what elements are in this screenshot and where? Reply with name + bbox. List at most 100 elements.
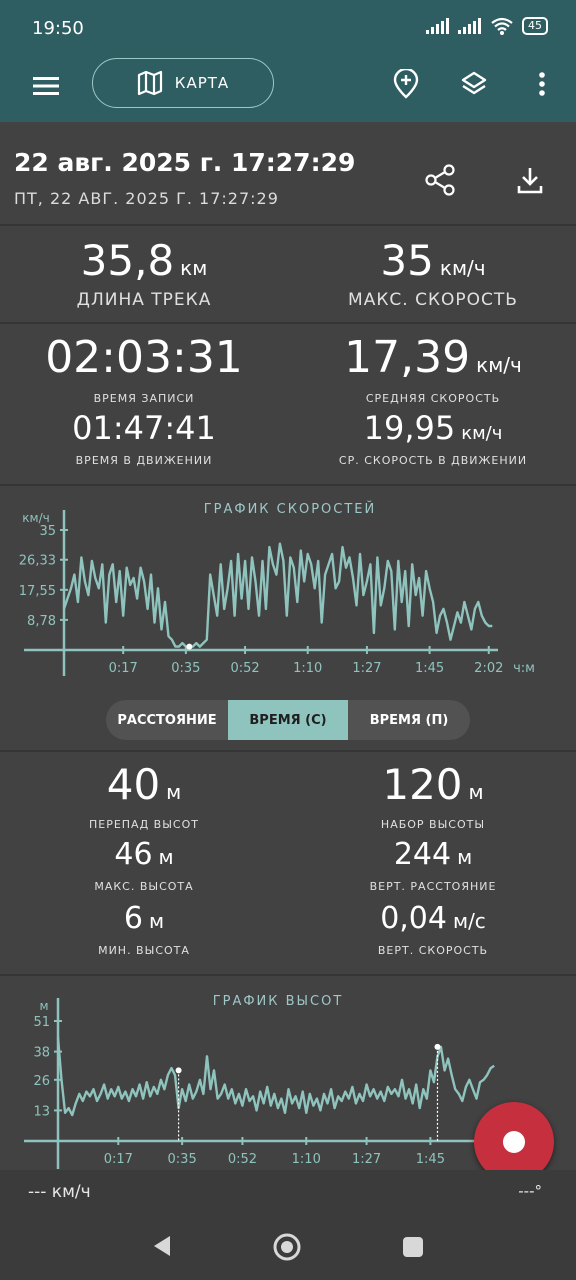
x-tick-label: 1:45 — [415, 661, 444, 676]
x-tick-label: 1:27 — [352, 661, 381, 676]
status-time: 19:50 — [32, 18, 84, 39]
vert-speed-label: ВЕРТ. СКОРОСТЬ — [377, 944, 489, 957]
record-time-label: ВРЕМЯ ЗАПИСИ — [93, 392, 195, 405]
max-speed-value: 35 — [380, 236, 434, 285]
divider — [0, 750, 576, 752]
divider — [0, 974, 576, 976]
avg-speed-label: СРЕДНЯЯ СКОРОСТЬ — [365, 392, 501, 405]
elev-diff-unit: м — [166, 780, 182, 804]
elev-diff-value: 40 — [106, 760, 161, 809]
mode-time-p-button[interactable]: ВРЕМЯ (П) — [348, 700, 470, 740]
distance-stat: 35,8 км ДЛИНА ТРЕКА — [14, 240, 274, 311]
share-icon[interactable] — [422, 162, 458, 198]
max-speed-label: МАКС. СКОРОСТЬ — [348, 290, 518, 310]
moving-avg-unit: км/ч — [461, 423, 503, 444]
wifi-icon — [491, 17, 513, 35]
elev-max-stat: 46 м МАКС. ВЫСОТА — [14, 837, 274, 894]
x-tick-label: 0:17 — [104, 1152, 133, 1167]
bottom-info-bar: --- км/ч ---° — [0, 1170, 576, 1214]
x-tick-label: 2:02 — [474, 661, 503, 676]
y-tick-label: 35 — [39, 524, 56, 539]
speed-chart[interactable]: 35 26,33 17,55 8,78 км/ч 0:17 0:35 0:52 1:10 1:27… — [0, 496, 576, 676]
elev-gain-stat: 120 м НАБОР ВЫСОТЫ — [300, 764, 566, 832]
max-speed-stat: 35 км/ч МАКС. СКОРОСТЬ — [300, 240, 566, 311]
map-button[interactable]: КАРТА — [92, 58, 274, 108]
status-bar: 19:50 45 — [0, 0, 576, 56]
series-line — [56, 1037, 495, 1117]
signal-icon — [426, 18, 449, 34]
system-nav-bar — [0, 1214, 576, 1280]
elev-min-unit: м — [149, 909, 165, 933]
current-heading: ---° — [518, 1182, 542, 1200]
layers-button[interactable] — [456, 66, 492, 102]
current-speed: --- км/ч — [28, 1182, 91, 1202]
elev-min-value: 6 — [123, 901, 143, 936]
map-icon — [137, 70, 162, 96]
elev-diff-stat: 40 м ПЕРЕПАД ВЫСОТ — [14, 764, 274, 832]
elev-max-value: 46 — [114, 837, 153, 872]
y-tick-label: 13 — [33, 1104, 50, 1119]
menu-icon[interactable] — [32, 72, 60, 100]
back-icon[interactable] — [150, 1234, 174, 1258]
add-location-button[interactable] — [388, 66, 424, 102]
moving-time-label: ВРЕМЯ В ДВИЖЕНИИ — [75, 454, 213, 467]
signal-icon-2 — [458, 18, 481, 34]
y-tick-label: 26 — [33, 1074, 50, 1089]
moving-time-value: 01:47:41 — [72, 409, 216, 447]
mode-distance-button[interactable]: РАССТОЯНИЕ — [106, 700, 228, 740]
y-tick-label: 26,33 — [19, 554, 56, 569]
y-tick-label: 38 — [33, 1046, 50, 1061]
moving-avg-label: СР. СКОРОСТЬ В ДВИЖЕНИИ — [338, 454, 528, 467]
vert-speed-unit: м/с — [452, 909, 486, 933]
download-icon[interactable] — [512, 162, 548, 198]
elev-gain-unit: м — [468, 780, 484, 804]
y-tick-label: 17,55 — [19, 584, 56, 599]
x-tick-label: 0:35 — [168, 1152, 197, 1167]
elev-gain-value: 120 — [382, 760, 463, 809]
x-tick-label: 0:17 — [109, 661, 138, 676]
record-time-value: 02:03:31 — [45, 332, 243, 383]
vert-dist-stat: 244 м ВЕРТ. РАССТОЯНИЕ — [300, 837, 566, 894]
moving-avg-stat: 19,95 км/ч СР. СКОРОСТЬ В ДВИЖЕНИИ — [300, 412, 566, 467]
elev-max-label: МАКС. ВЫСОТА — [94, 880, 194, 893]
marker-point — [434, 1043, 441, 1050]
avg-speed-stat: 17,39 км/ч СРЕДНЯЯ СКОРОСТЬ — [300, 336, 566, 406]
mode-time-s-button[interactable]: ВРЕМЯ (С) — [228, 700, 348, 740]
avg-speed-value: 17,39 — [344, 332, 471, 383]
vert-dist-unit: м — [457, 845, 473, 869]
recents-icon[interactable] — [402, 1236, 424, 1258]
status-icons: 45 — [426, 17, 548, 35]
x-tick-label: 1:10 — [293, 661, 322, 676]
vert-dist-label: ВЕРТ. РАССТОЯНИЕ — [369, 880, 497, 893]
y-tick-label: 8,78 — [27, 614, 56, 629]
more-vert-icon — [539, 72, 545, 96]
x-tick-label: 1:45 — [416, 1152, 445, 1167]
elev-min-stat: 6м МИН. ВЫСОТА — [14, 901, 274, 958]
moving-avg-value: 19,95 — [363, 409, 456, 447]
track-title: 22 авг. 2025 г. 17:27:29 — [14, 148, 356, 177]
max-speed-unit: км/ч — [439, 256, 486, 280]
elev-min-label: МИН. ВЫСОТА — [98, 944, 190, 957]
add-location-icon — [393, 69, 419, 99]
y-axis-label: км/ч — [22, 511, 49, 525]
y-axis-label: м — [39, 999, 48, 1013]
marker-point — [175, 1067, 182, 1074]
vert-speed-stat: 0,04 м/с ВЕРТ. СКОРОСТЬ — [300, 901, 566, 958]
elev-max-unit: м — [158, 845, 174, 869]
distance-label: ДЛИНА ТРЕКА — [76, 290, 212, 310]
home-icon[interactable] — [272, 1232, 302, 1262]
divider — [0, 484, 576, 486]
divider — [0, 224, 576, 226]
record-time-stat: 02:03:31 ВРЕМЯ ЗАПИСИ — [14, 332, 274, 406]
map-button-label: КАРТА — [174, 74, 230, 92]
more-button[interactable] — [524, 66, 560, 102]
track-subtitle: ПТ, 22 АВГ. 2025 Г. 17:27:29 — [14, 189, 279, 208]
x-axis-mode-toggle: РАССТОЯНИЕ ВРЕМЯ (С) ВРЕМЯ (П) — [106, 700, 470, 740]
marker-point — [186, 643, 193, 650]
x-tick-label: 0:52 — [230, 661, 259, 676]
vert-dist-value: 244 — [393, 837, 452, 872]
series-line — [62, 542, 493, 648]
x-axis-label: ч:м — [513, 661, 535, 676]
battery-icon: 45 — [522, 17, 548, 35]
vert-speed-value: 0,04 — [380, 901, 447, 936]
